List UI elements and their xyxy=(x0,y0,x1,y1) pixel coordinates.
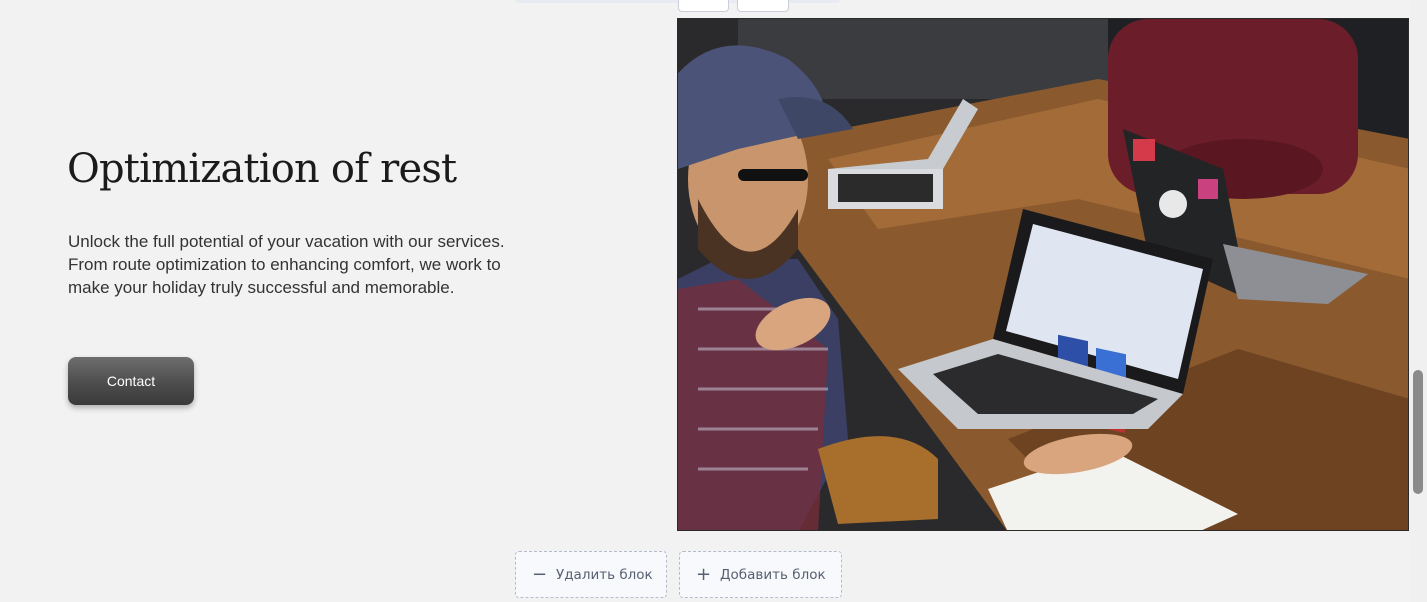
hero-description: Unlock the full potential of your vacati… xyxy=(68,232,505,297)
add-block-button[interactable]: + Добавить блок xyxy=(679,551,842,598)
delete-block-button[interactable]: − Удалить блок xyxy=(515,551,667,598)
minus-icon: − xyxy=(532,563,548,585)
scrollbar-track[interactable] xyxy=(1410,0,1427,602)
editor-toolbar-button[interactable] xyxy=(678,0,729,12)
add-block-label: Добавить блок xyxy=(720,566,826,583)
plus-icon: + xyxy=(696,563,712,585)
delete-block-label: Удалить блок xyxy=(556,566,653,583)
scrollbar-thumb[interactable] xyxy=(1413,370,1423,494)
page-title: Optimization of rest xyxy=(67,146,457,192)
photo-illustration xyxy=(678,19,1408,530)
hero-image xyxy=(677,18,1409,531)
contact-button[interactable]: Contact xyxy=(68,357,194,405)
editor-toolbar-button[interactable] xyxy=(737,0,789,12)
